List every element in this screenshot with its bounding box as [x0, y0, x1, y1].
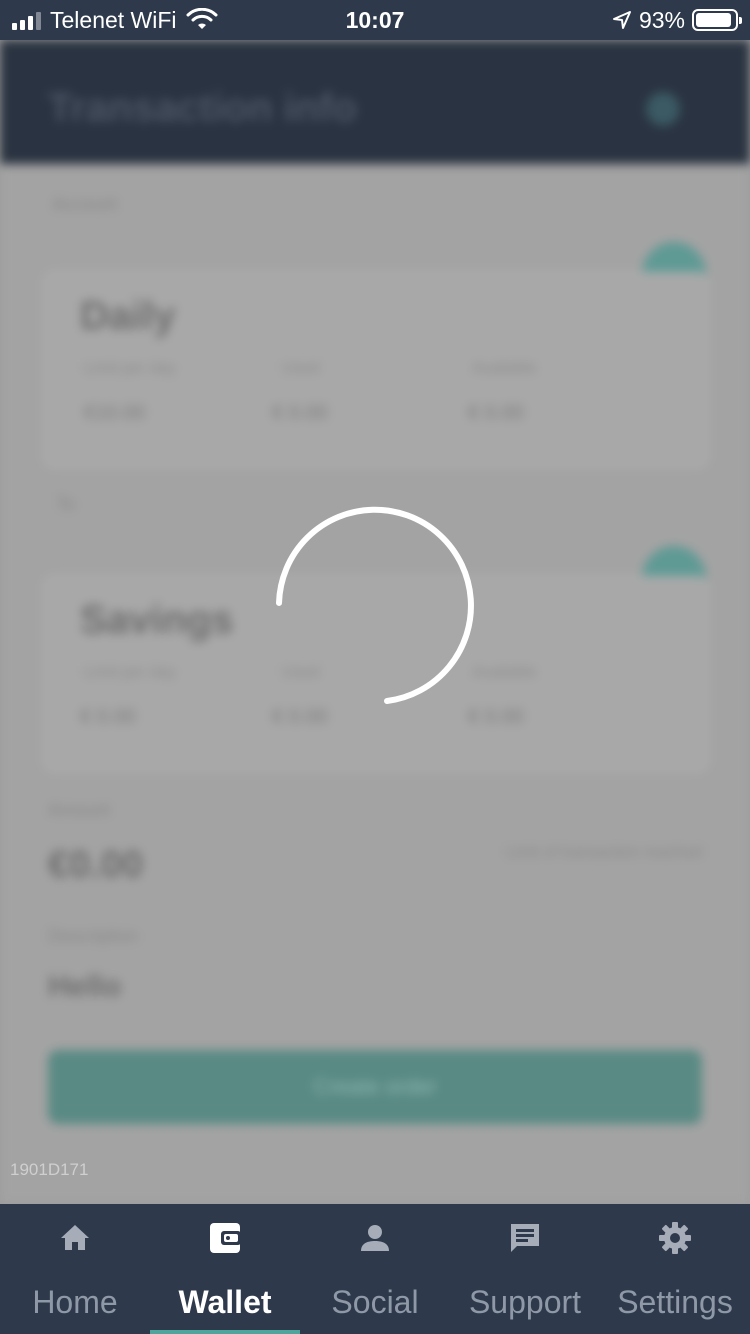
card-label: Available — [472, 664, 537, 681]
app-header: Transaction info — [0, 40, 750, 164]
battery-percent: 93% — [638, 7, 685, 33]
create-order-label: Create order — [313, 1074, 437, 1099]
build-id: 1901D171 — [10, 1160, 89, 1179]
gear-icon — [659, 1222, 691, 1254]
tab-label: Home — [32, 1284, 118, 1320]
location-arrow-icon — [612, 11, 631, 29]
card-label: Used — [282, 360, 320, 377]
amount-label: Amount — [48, 800, 111, 820]
tab-label: Support — [468, 1284, 582, 1320]
loading-spinner-icon — [276, 506, 474, 704]
chat-icon — [511, 1224, 539, 1252]
tab-home[interactable]: Home — [0, 1204, 150, 1334]
section-label: Account — [52, 194, 118, 214]
tab-support[interactable]: Support — [450, 1204, 600, 1334]
create-order-button: Create order — [48, 1050, 702, 1124]
status-bar: Telenet WiFi 10:07 93% — [0, 0, 750, 40]
description-label: Description — [48, 926, 139, 946]
description-value: Hello — [48, 970, 122, 1003]
card-value: € 0.00 — [272, 402, 328, 424]
card-value: € 0.00 — [468, 402, 524, 424]
card-value: € 0.00 — [272, 706, 328, 728]
tab-social[interactable]: Social — [300, 1204, 450, 1334]
card-label: Limit per day — [84, 360, 176, 377]
tab-settings[interactable]: Settings — [600, 1204, 750, 1334]
tab-wallet[interactable]: Wallet — [150, 1204, 300, 1334]
tab-label: Social — [331, 1284, 419, 1320]
card-label: Limit per day — [84, 664, 176, 681]
card-title: Savings — [80, 598, 234, 642]
card-label: Available — [472, 360, 537, 377]
battery-icon — [692, 9, 742, 31]
amount-value: €0.00 — [48, 844, 144, 886]
close-icon — [646, 92, 680, 126]
amount-hint: Limit of transaction reached — [505, 844, 702, 861]
account-card: Daily Limit per day €10.00 Used € 0.00 A… — [44, 272, 708, 467]
person-icon — [361, 1225, 389, 1251]
card-title: Daily — [80, 294, 176, 338]
card-value: € 0.00 — [80, 706, 136, 728]
section-label: To — [56, 494, 76, 514]
tab-label: Settings — [617, 1284, 733, 1320]
home-icon — [61, 1225, 89, 1250]
tab-label: Wallet — [178, 1284, 272, 1320]
card-value: €10.00 — [84, 402, 146, 424]
wallet-icon — [210, 1223, 241, 1253]
card-value: € 0.00 — [468, 706, 524, 728]
tab-bar: Home Wallet Social Support Settings — [0, 1204, 750, 1334]
page-title: Transaction info — [48, 86, 357, 130]
